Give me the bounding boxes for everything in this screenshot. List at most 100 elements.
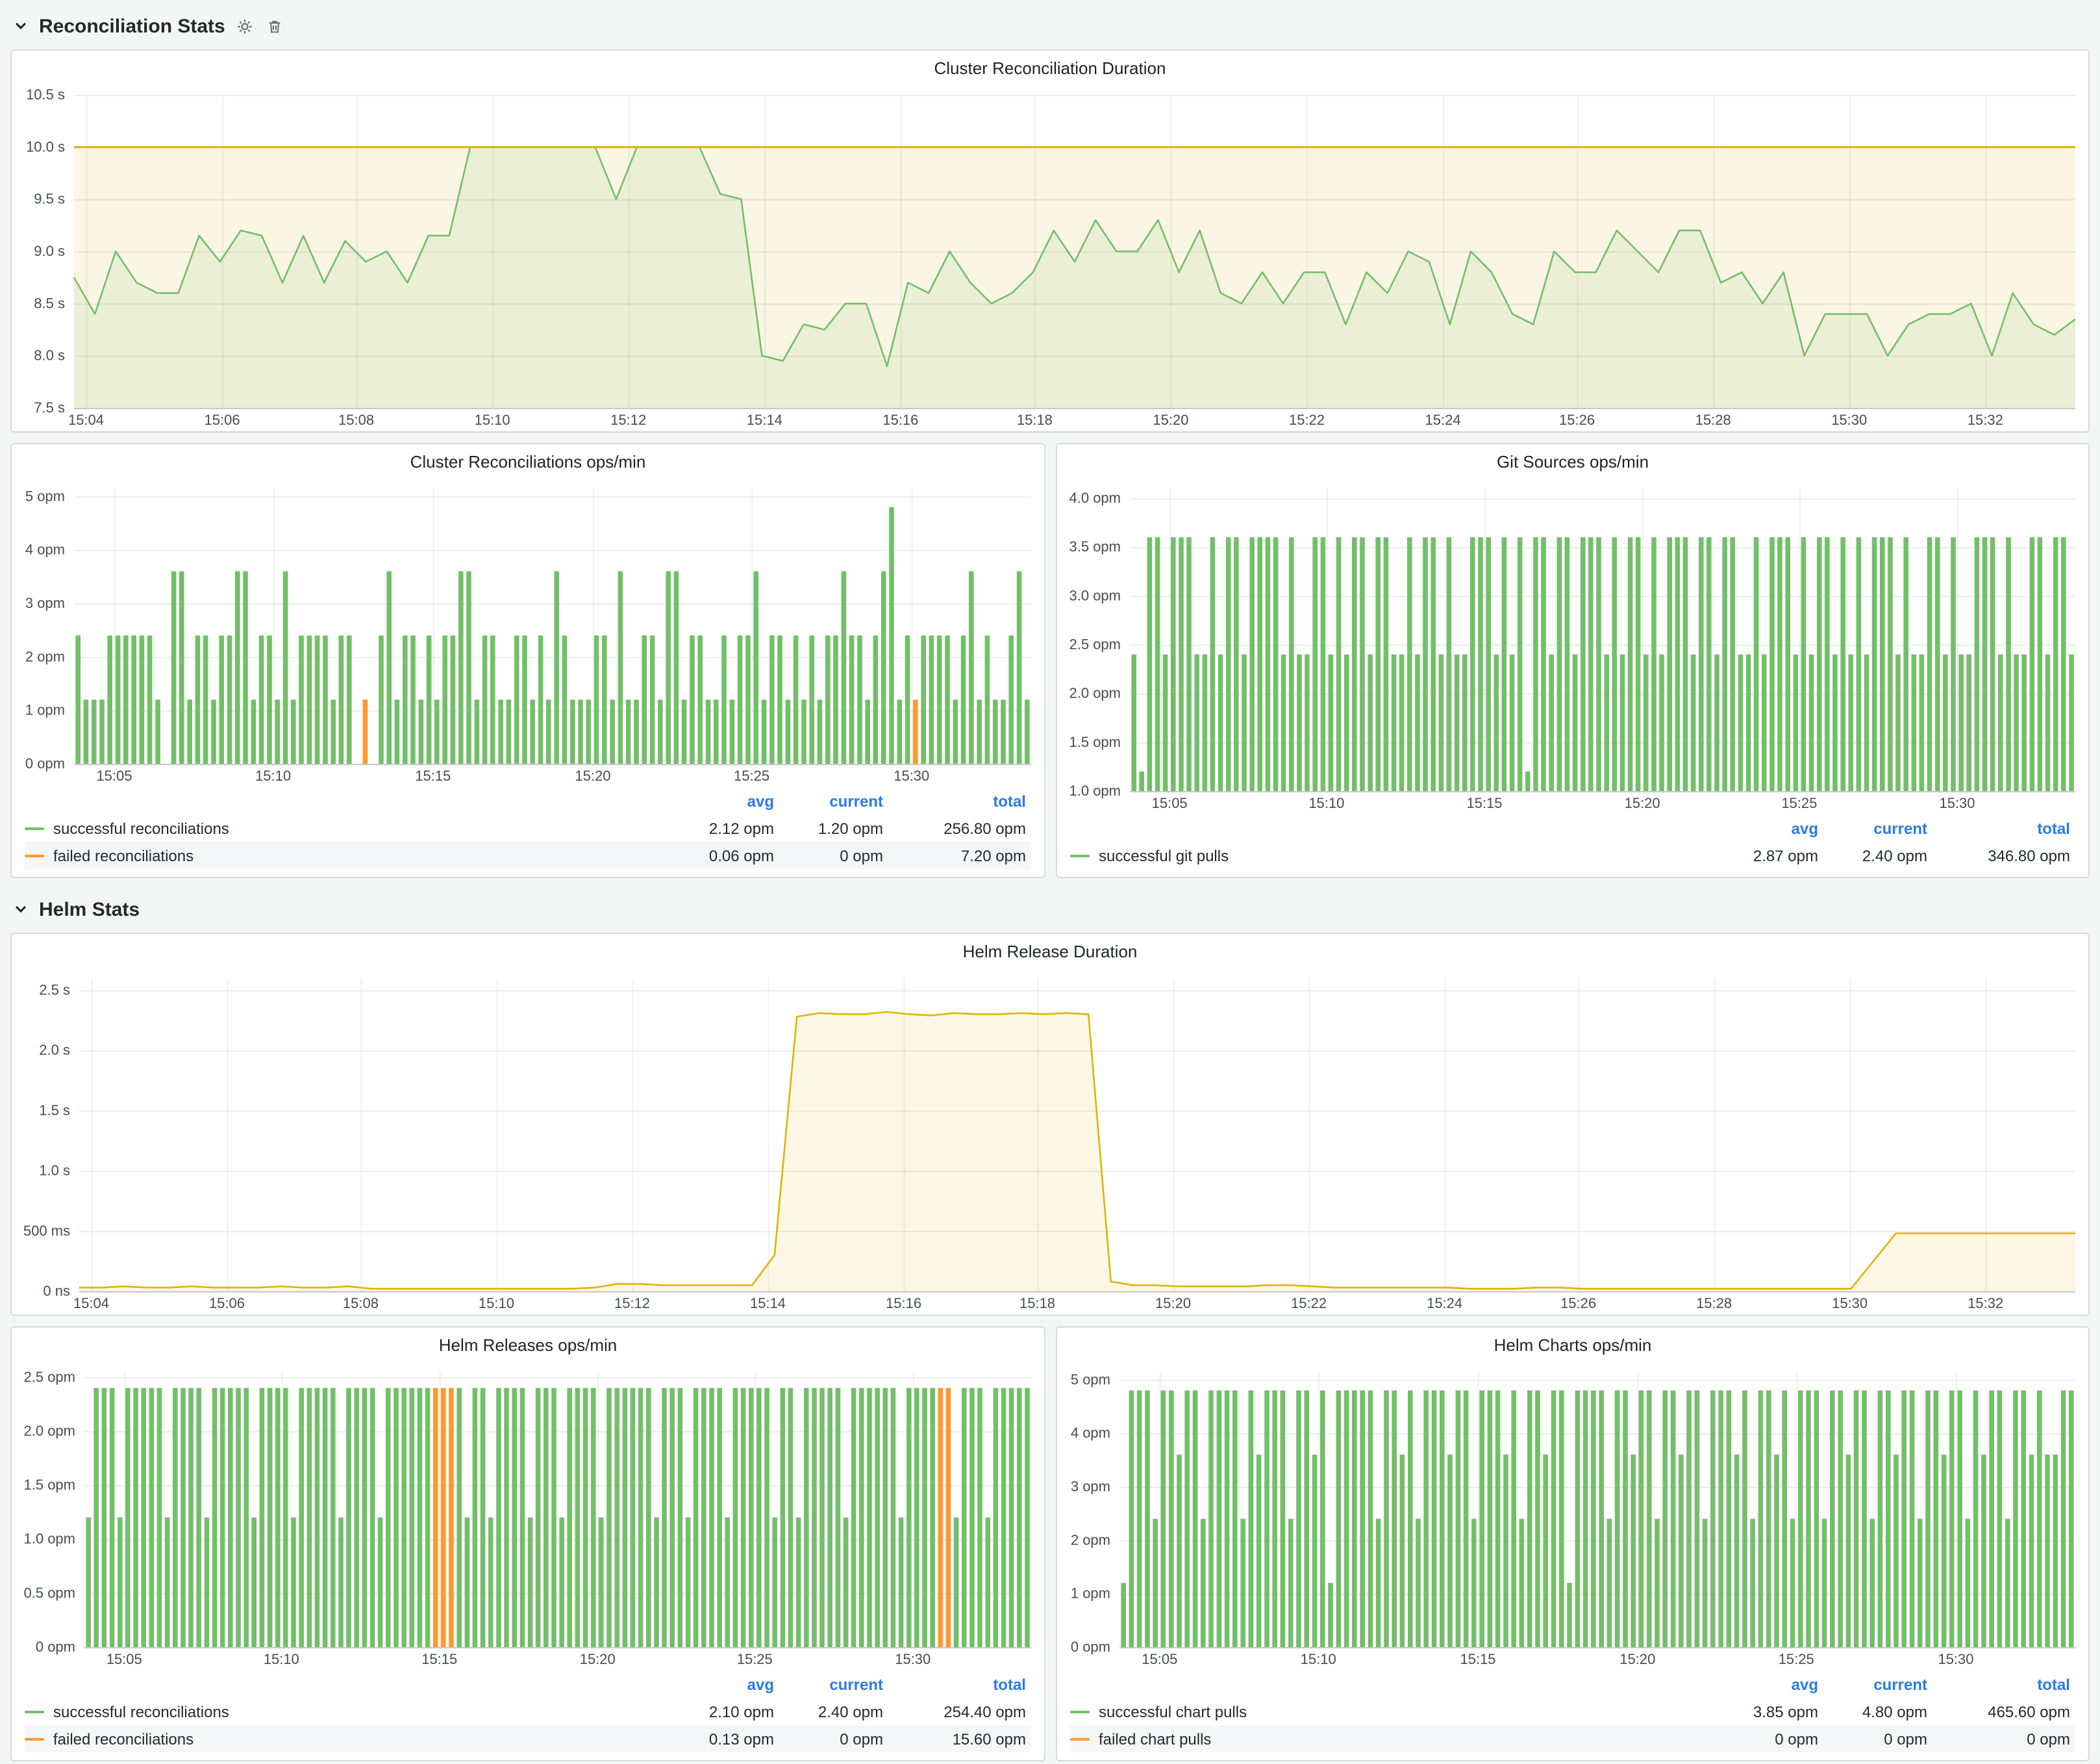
svg-text:15:30: 15:30 xyxy=(1832,1295,1868,1311)
stat-total: 254.40 opm xyxy=(888,1702,1031,1720)
svg-text:15:20: 15:20 xyxy=(575,768,610,784)
series-name: successful reconciliations xyxy=(53,1702,229,1720)
dashboard-root: Reconciliation Stats Cluster Reconciliat… xyxy=(0,0,2100,1764)
cluster-reconciliations-chart[interactable]: 0 opm1 opm2 opm3 opm4 opm5 opm15:0515:10… xyxy=(12,481,1044,787)
legend-series-label[interactable]: successful reconciliations xyxy=(25,1702,670,1720)
legend-header-avg[interactable]: avg xyxy=(670,792,779,810)
legend-row: failed chart pulls 0 opm 0 opm 0 opm xyxy=(1070,1725,2075,1752)
svg-text:8.0 s: 8.0 s xyxy=(34,347,65,364)
section-header-reconciliation-stats[interactable]: Reconciliation Stats xyxy=(13,10,2090,42)
panel-title[interactable]: Cluster Reconciliations ops/min xyxy=(12,444,1044,481)
series-color-dash xyxy=(1070,854,1090,857)
svg-text:15:10: 15:10 xyxy=(475,412,510,428)
svg-text:15:05: 15:05 xyxy=(106,1651,142,1667)
svg-text:15:05: 15:05 xyxy=(1142,1651,1177,1667)
series-color-dash xyxy=(25,1710,44,1713)
section-delete-button[interactable] xyxy=(266,16,285,36)
panel-title[interactable]: Helm Charts ops/min xyxy=(1057,1328,2088,1364)
svg-text:5 opm: 5 opm xyxy=(1071,1371,1110,1387)
panel-title[interactable]: Helm Release Duration xyxy=(12,934,2088,970)
svg-text:15:14: 15:14 xyxy=(747,412,782,428)
legend-row: failed reconciliations 0.13 opm 0 opm 15… xyxy=(25,1725,1031,1752)
svg-text:15:30: 15:30 xyxy=(894,768,929,784)
svg-text:15:15: 15:15 xyxy=(1460,1651,1495,1667)
legend-series-label[interactable]: successful git pulls xyxy=(1070,846,1714,864)
legend-header-row: avg current total xyxy=(1070,814,2075,842)
svg-text:3 opm: 3 opm xyxy=(1071,1478,1110,1494)
legend-row: successful git pulls 2.87 opm 2.40 opm 3… xyxy=(1070,842,2075,869)
svg-text:15:15: 15:15 xyxy=(1466,795,1502,811)
legend-series-label[interactable]: successful reconciliations xyxy=(25,819,670,837)
panel-helm-charts-opm: Helm Charts ops/min 0 opm1 opm2 opm3 opm… xyxy=(1056,1326,2090,1761)
svg-text:5 opm: 5 opm xyxy=(25,488,65,504)
stat-total: 15.60 opm xyxy=(888,1730,1031,1748)
legend-series-label[interactable]: failed reconciliations xyxy=(25,846,670,864)
svg-text:15:06: 15:06 xyxy=(205,412,240,428)
panel-title[interactable]: Git Sources ops/min xyxy=(1057,444,2088,481)
section-header-helm-stats[interactable]: Helm Stats xyxy=(13,894,2090,925)
legend-header-total[interactable]: total xyxy=(1932,1675,2075,1693)
legend-header-current[interactable]: current xyxy=(779,792,888,810)
legend-header-avg[interactable]: avg xyxy=(1714,1675,1823,1693)
legend-row: successful chart pulls 3.85 opm 4.80 opm… xyxy=(1070,1698,2075,1725)
svg-text:15:30: 15:30 xyxy=(1938,1651,1973,1667)
legend: avg current total successful git pulls 2… xyxy=(1057,814,2088,877)
svg-text:1.5 s: 1.5 s xyxy=(39,1102,70,1118)
legend-header-total[interactable]: total xyxy=(888,1675,1031,1693)
svg-text:0 opm: 0 opm xyxy=(36,1639,75,1655)
legend-header-avg[interactable]: avg xyxy=(1714,819,1823,837)
svg-text:15:28: 15:28 xyxy=(1695,412,1731,428)
svg-text:15:16: 15:16 xyxy=(886,1295,921,1311)
svg-text:15:26: 15:26 xyxy=(1559,412,1595,428)
svg-text:2.5 opm: 2.5 opm xyxy=(24,1368,76,1385)
legend-header-total[interactable]: total xyxy=(1932,819,2075,837)
chevron-down-icon[interactable] xyxy=(13,901,29,917)
svg-text:15:20: 15:20 xyxy=(580,1651,616,1667)
stat-total: 465.60 opm xyxy=(1932,1702,2075,1720)
svg-text:15:28: 15:28 xyxy=(1696,1295,1732,1311)
legend-header-total[interactable]: total xyxy=(888,792,1031,810)
svg-text:15:30: 15:30 xyxy=(1831,412,1867,428)
stat-total: 346.80 opm xyxy=(1932,846,2075,864)
helm-release-duration-chart[interactable]: 0 ns500 ms1.0 s1.5 s2.0 s2.5 s15:0415:06… xyxy=(12,970,2088,1315)
svg-text:15:04: 15:04 xyxy=(68,412,104,428)
chevron-down-icon[interactable] xyxy=(13,18,29,34)
svg-text:15:10: 15:10 xyxy=(1308,795,1344,811)
section-settings-button[interactable] xyxy=(236,16,255,36)
series-color-dash xyxy=(1070,1710,1090,1713)
legend-header-current[interactable]: current xyxy=(1823,1675,1932,1693)
svg-text:2.0 opm: 2.0 opm xyxy=(1069,685,1121,701)
legend-series-label[interactable]: failed reconciliations xyxy=(25,1730,670,1748)
gear-icon xyxy=(237,18,254,34)
svg-text:15:32: 15:32 xyxy=(1968,412,2003,428)
cluster-reconciliation-duration-chart[interactable]: 7.5 s8.0 s8.5 s9.0 s9.5 s10.0 s10.5 s15:… xyxy=(12,87,2088,431)
svg-text:15:20: 15:20 xyxy=(1155,1295,1191,1311)
legend-header-current[interactable]: current xyxy=(1823,819,1932,837)
stat-current: 2.40 opm xyxy=(779,1702,888,1720)
svg-text:15:05: 15:05 xyxy=(96,768,132,784)
svg-text:1.5 opm: 1.5 opm xyxy=(1069,734,1121,750)
legend-series-label[interactable]: failed chart pulls xyxy=(1070,1730,1714,1748)
svg-text:500 ms: 500 ms xyxy=(23,1222,70,1239)
svg-text:15:14: 15:14 xyxy=(750,1295,786,1311)
legend-header-avg[interactable]: avg xyxy=(670,1675,779,1693)
stat-avg: 0.13 opm xyxy=(670,1730,779,1748)
svg-text:15:24: 15:24 xyxy=(1425,412,1461,428)
svg-text:1.5 opm: 1.5 opm xyxy=(24,1477,76,1493)
legend-series-label[interactable]: successful chart pulls xyxy=(1070,1702,1714,1720)
svg-text:15:26: 15:26 xyxy=(1560,1295,1596,1311)
svg-text:0 ns: 0 ns xyxy=(43,1283,70,1299)
svg-text:4 opm: 4 opm xyxy=(25,542,65,558)
helm-releases-chart[interactable]: 0 opm0.5 opm1.0 opm1.5 opm2.0 opm2.5 opm… xyxy=(12,1364,1044,1670)
git-sources-chart[interactable]: 1.0 opm1.5 opm2.0 opm2.5 opm3.0 opm3.5 o… xyxy=(1057,481,2088,814)
svg-text:15:06: 15:06 xyxy=(209,1295,245,1311)
svg-text:2 opm: 2 opm xyxy=(25,648,65,664)
stat-total: 256.80 opm xyxy=(888,819,1031,837)
stat-current: 1.20 opm xyxy=(779,819,888,837)
svg-text:1.0 s: 1.0 s xyxy=(39,1163,70,1179)
svg-text:15:22: 15:22 xyxy=(1289,412,1325,428)
helm-charts-chart[interactable]: 0 opm1 opm2 opm3 opm4 opm5 opm15:0515:10… xyxy=(1057,1364,2088,1670)
panel-title[interactable]: Cluster Reconciliation Duration xyxy=(12,51,2088,87)
legend-header-current[interactable]: current xyxy=(779,1675,888,1693)
panel-title[interactable]: Helm Releases ops/min xyxy=(12,1328,1044,1364)
